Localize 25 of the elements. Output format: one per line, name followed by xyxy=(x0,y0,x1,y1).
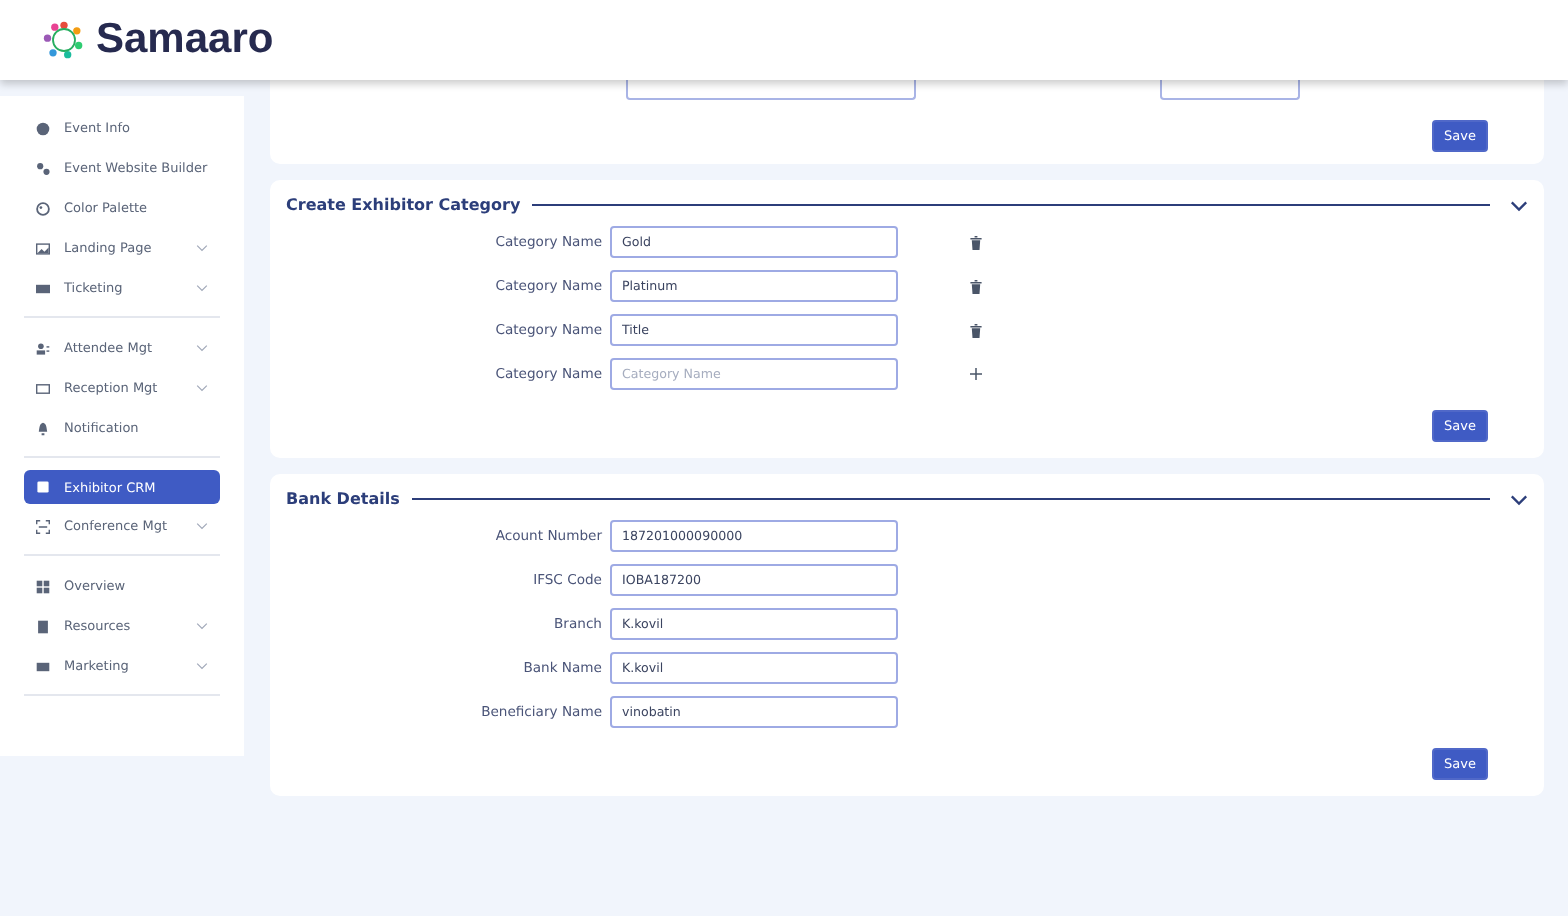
trash-icon[interactable] xyxy=(970,323,982,337)
plus-icon[interactable] xyxy=(970,368,982,380)
date-field[interactable] xyxy=(1160,80,1300,100)
chevron-icon[interactable] xyxy=(1510,493,1528,505)
section-title: Create Exhibitor Category xyxy=(286,196,521,214)
trash-icon[interactable] xyxy=(970,279,982,293)
bell-icon xyxy=(36,421,50,435)
chevron-icon xyxy=(196,622,208,630)
scan-icon xyxy=(36,519,50,533)
chevron-icon xyxy=(196,384,208,392)
grid-icon xyxy=(36,579,50,593)
input-field[interactable] xyxy=(626,80,916,100)
chevron-icon xyxy=(196,662,208,670)
people-icon xyxy=(36,341,50,355)
brand-name: Samaaro xyxy=(96,16,274,64)
chevron-icon xyxy=(196,284,208,292)
chevron-icon xyxy=(196,522,208,530)
logo-icon xyxy=(42,18,86,62)
chevron-icon xyxy=(196,244,208,252)
image-icon xyxy=(36,241,50,255)
trash-icon[interactable] xyxy=(970,235,982,249)
chevron-icon[interactable] xyxy=(1510,199,1528,211)
section-title: Bank Details xyxy=(286,490,400,508)
palette-icon xyxy=(36,201,50,215)
chevron-icon xyxy=(196,344,208,352)
